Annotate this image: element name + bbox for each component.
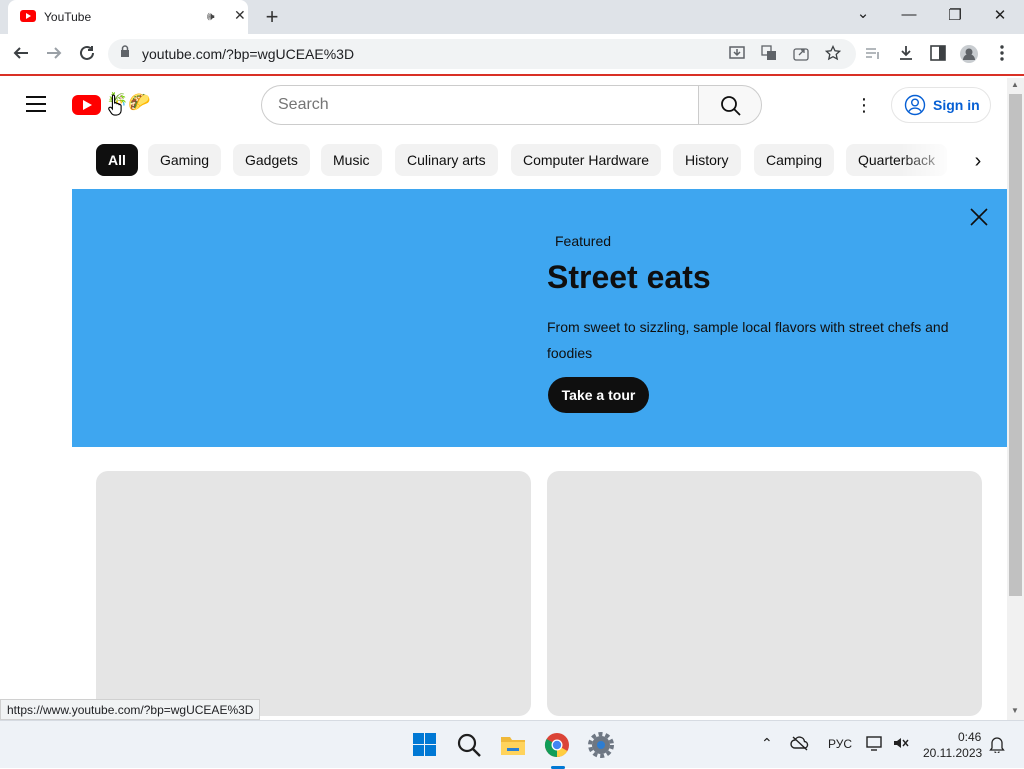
chrome-menu-icon[interactable] bbox=[991, 44, 1013, 67]
reload-icon[interactable] bbox=[76, 44, 98, 67]
banner-close-icon[interactable] bbox=[968, 206, 990, 228]
audio-playing-icon[interactable]: 🕪 bbox=[207, 9, 215, 24]
file-explorer-icon[interactable] bbox=[499, 731, 527, 759]
youtube-logo-icon[interactable] bbox=[72, 95, 101, 115]
search-icon bbox=[721, 96, 741, 116]
share-icon[interactable] bbox=[792, 45, 810, 64]
banner-kicker: Featured bbox=[555, 233, 612, 249]
side-panel-icon[interactable] bbox=[927, 44, 949, 67]
take-a-tour-button[interactable]: Take a tour bbox=[548, 377, 649, 413]
browser-tab-youtube[interactable]: YouTube 🕪 ✕ bbox=[8, 0, 248, 34]
minimize-button[interactable]: — bbox=[899, 6, 919, 23]
video-thumbnail-placeholder[interactable] bbox=[96, 471, 531, 716]
browser-toolbar: youtube.com/?bp=wgUCEAE%3D bbox=[0, 34, 1024, 76]
show-hidden-icons-chevron-icon[interactable]: ⌃ bbox=[761, 735, 773, 752]
scroll-down-arrow-icon[interactable]: ▼ bbox=[1011, 706, 1019, 715]
settings-gear-icon[interactable] bbox=[587, 731, 615, 759]
guide-menu-button[interactable] bbox=[26, 96, 46, 112]
chip-all[interactable]: All bbox=[96, 144, 138, 176]
video-thumbnail-placeholder[interactable] bbox=[547, 471, 982, 716]
chip-music[interactable]: Music bbox=[321, 144, 382, 176]
featured-banner: Featured Street eats From sweet to sizzl… bbox=[72, 189, 1007, 447]
translate-icon[interactable] bbox=[760, 45, 778, 64]
chip-gaming[interactable]: Gaming bbox=[148, 144, 222, 176]
search-input[interactable] bbox=[278, 95, 678, 115]
tab-close-icon[interactable]: ✕ bbox=[234, 7, 246, 24]
network-monitor-icon[interactable] bbox=[866, 735, 884, 754]
chip-camping[interactable]: Camping bbox=[754, 144, 835, 176]
hamburger-icon-line bbox=[26, 110, 46, 112]
banner-headline: Street eats bbox=[547, 259, 711, 295]
search-button[interactable] bbox=[698, 85, 762, 125]
tab-search-dropdown-icon[interactable]: ⌄ bbox=[853, 4, 873, 22]
browser-tab-strip: YouTube 🕪 ✕ + ⌄ — ❐ ✕ bbox=[0, 0, 1024, 34]
forward-arrow-icon[interactable] bbox=[43, 44, 65, 67]
account-circle-icon bbox=[904, 94, 926, 116]
input-language-indicator[interactable]: РУС bbox=[828, 737, 852, 751]
search-box bbox=[261, 85, 699, 125]
settings-more-button[interactable]: ⋮ bbox=[852, 94, 876, 116]
volume-muted-icon[interactable] bbox=[892, 735, 910, 754]
hamburger-icon-line bbox=[26, 103, 46, 105]
taskbar-search-icon[interactable] bbox=[455, 731, 483, 759]
profile-avatar-icon[interactable] bbox=[958, 44, 980, 69]
sign-in-button[interactable]: Sign in bbox=[891, 87, 991, 123]
close-window-button[interactable]: ✕ bbox=[990, 6, 1010, 24]
scroll-up-arrow-icon[interactable]: ▲ bbox=[1011, 80, 1019, 89]
page-scrollbar[interactable]: ▲ ▼ bbox=[1007, 78, 1024, 720]
google-chrome-icon[interactable] bbox=[543, 731, 571, 759]
restore-button[interactable]: ❐ bbox=[945, 6, 965, 24]
youtube-favicon-icon bbox=[20, 10, 36, 22]
new-tab-button[interactable]: + bbox=[260, 4, 284, 30]
media-queue-icon[interactable] bbox=[862, 44, 884, 67]
scrollbar-thumb[interactable] bbox=[1009, 94, 1022, 596]
lock-icon[interactable] bbox=[120, 45, 130, 61]
link-status-bar: https://www.youtube.com/?bp=wgUCEAE%3D bbox=[0, 699, 261, 720]
banner-description: From sweet to sizzling, sample local fla… bbox=[547, 319, 949, 361]
address-url[interactable]: youtube.com/?bp=wgUCEAE%3D bbox=[142, 46, 354, 62]
windows-start-icon[interactable] bbox=[411, 731, 439, 759]
chip-history[interactable]: History bbox=[673, 144, 741, 176]
address-bar[interactable]: youtube.com/?bp=wgUCEAE%3D bbox=[108, 39, 856, 69]
chip-next-arrow-icon[interactable]: › bbox=[962, 145, 994, 177]
mouse-pointer-hand-icon bbox=[108, 94, 124, 122]
hamburger-icon-line bbox=[26, 96, 46, 98]
notifications-bell-icon[interactable] bbox=[989, 736, 1005, 756]
back-arrow-icon[interactable] bbox=[10, 44, 32, 67]
sign-in-label: Sign in bbox=[933, 97, 980, 113]
chip-computer-hardware[interactable]: Computer Hardware bbox=[511, 144, 662, 176]
tab-title: YouTube bbox=[44, 10, 92, 24]
onedrive-offline-icon[interactable] bbox=[790, 735, 810, 754]
clock-time[interactable]: 0:46 bbox=[958, 730, 981, 744]
install-app-icon[interactable] bbox=[728, 45, 746, 64]
chip-gadgets[interactable]: Gadgets bbox=[233, 144, 310, 176]
bookmark-star-icon[interactable] bbox=[824, 44, 842, 64]
downloads-icon[interactable] bbox=[895, 44, 917, 67]
chip-bar-fade bbox=[900, 140, 960, 180]
clock-date[interactable]: 20.11.2023 bbox=[923, 746, 982, 760]
chip-culinary-arts[interactable]: Culinary arts bbox=[395, 144, 498, 176]
windows-taskbar: ⌃ РУС 0:46 20.11.2023 bbox=[0, 720, 1024, 769]
